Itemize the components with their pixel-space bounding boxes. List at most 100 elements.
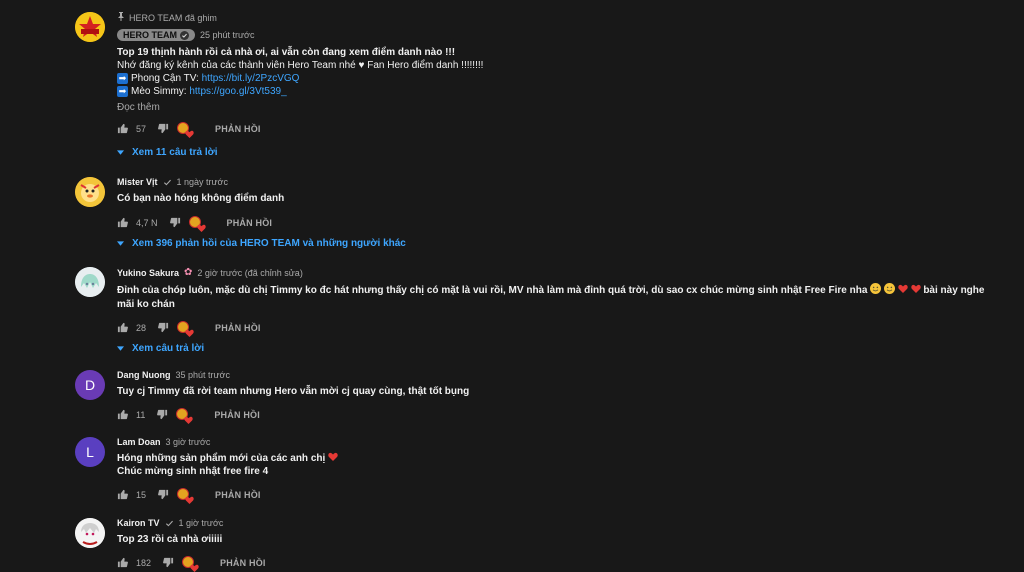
avatar[interactable]: L <box>75 437 105 467</box>
view-replies-button[interactable]: Xem 11 câu trả lời <box>117 147 1005 158</box>
verified-icon <box>180 30 189 40</box>
comment-line: Top 19 thịnh hành rồi cả nhà ơi, ai vẫn … <box>117 47 456 58</box>
channel-link[interactable]: https://goo.gl/3Vt539_ <box>189 86 286 97</box>
comment-actions: 28 PHẢN HỒI <box>117 320 1005 337</box>
creator-heart-icon <box>177 488 194 505</box>
like-count: 57 <box>136 124 147 134</box>
comment-thread: Yukino Sakura ✿ 2 giờ trước (đã chỉnh sử… <box>75 267 1005 357</box>
dislike-icon[interactable] <box>158 322 169 335</box>
comment-header: HERO TEAM 25 phút trước <box>117 29 1005 41</box>
reply-button[interactable]: PHẢN HỒI <box>220 558 266 568</box>
comment-time[interactable]: 1 ngày trước <box>177 177 228 187</box>
comment-actions: 182 PHẢN HỒI <box>117 555 1005 572</box>
author-name[interactable]: Lam Doan <box>117 437 161 447</box>
pinned-label: HERO TEAM đã ghim <box>129 12 217 23</box>
creator-heart-icon <box>177 321 194 337</box>
avatar[interactable] <box>75 12 105 42</box>
comment-thread: HERO TEAM đã ghim HERO TEAM 25 phút trướ… <box>75 12 1005 162</box>
reply-button[interactable]: PHẢN HỒI <box>215 124 261 134</box>
hero-team-logo-icon <box>75 12 105 42</box>
reply-button[interactable]: PHẢN HỒI <box>215 490 261 500</box>
like-count: 4,7 N <box>136 218 158 228</box>
like-count: 15 <box>136 490 147 501</box>
like-count: 28 <box>136 323 147 333</box>
chevron-down-icon <box>117 147 124 158</box>
like-count: 11 <box>136 410 146 420</box>
like-icon[interactable] <box>117 489 128 502</box>
smiling-face-icon <box>883 283 895 298</box>
avatar[interactable] <box>75 177 105 207</box>
comment-time[interactable]: 3 giờ trước <box>166 437 211 447</box>
dislike-icon[interactable] <box>158 489 169 502</box>
comment-header: Lam Doan 3 giờ trước <box>117 437 1005 447</box>
comment-text: Top 23 rồi cả nhà ơiiiii <box>117 534 223 545</box>
comment-line: Chúc mừng sinh nhật free fire 4 <box>117 466 269 478</box>
comment-actions: 11 PHẢN HỒI <box>117 407 1005 424</box>
smiling-face-icon <box>870 283 882 298</box>
author-name[interactable]: Dang Nuong <box>117 370 171 380</box>
owner-author-chip[interactable]: HERO TEAM <box>117 29 195 41</box>
like-icon[interactable] <box>117 322 128 335</box>
comment-time[interactable]: 25 phút trước <box>200 30 254 40</box>
avatar[interactable] <box>75 267 105 297</box>
channel-link[interactable]: https://bit.ly/2PzcVGQ <box>202 73 300 84</box>
dislike-icon[interactable] <box>169 217 181 230</box>
verified-icon <box>165 520 173 526</box>
heart-icon <box>910 284 921 297</box>
comment-header: Dang Nuong 35 phút trước <box>117 370 1005 380</box>
reply-button[interactable]: PHẢN HỒI <box>215 323 261 333</box>
comment-time[interactable]: 2 giờ trước (đã chỉnh sửa) <box>197 268 302 278</box>
avatar-initial: D <box>84 377 96 393</box>
reply-button[interactable]: PHẢN HỒI <box>227 218 273 228</box>
comment-line: Nhớ đăng ký kênh của các thành viên Hero… <box>117 60 484 71</box>
like-icon[interactable] <box>117 409 128 422</box>
dislike-icon[interactable] <box>158 123 169 136</box>
comment-line: Đỉnh của chóp luôn, mặc dù chị Timmy ko … <box>117 285 868 297</box>
creator-heart-icon <box>188 216 206 232</box>
comment-time[interactable]: 35 phút trước <box>176 370 230 380</box>
heart-icon <box>898 284 908 297</box>
comment-text: Hóng những sản phẩm mới của các anh chị … <box>117 452 1005 478</box>
comment-thread: Kairon TV 1 giờ trước Top 23 rồi cả nhà … <box>75 518 1005 572</box>
avatar[interactable] <box>75 518 105 548</box>
comment-time[interactable]: 1 giờ trước <box>179 518 224 528</box>
read-more-link[interactable]: Đọc thêm <box>117 102 1005 113</box>
comment-line: Hóng những sản phẩm mới của các anh chị <box>117 453 326 465</box>
flower-icon: ✿ <box>184 267 193 278</box>
anime-girl-avatar-icon <box>75 267 105 297</box>
comment-actions: 57 PHẢN HỒI <box>117 121 1005 138</box>
like-icon[interactable] <box>117 557 128 570</box>
view-replies-button[interactable]: Xem câu trả lời <box>117 343 1005 354</box>
comment-line: mãi ko chán <box>117 299 175 310</box>
duck-avatar-icon <box>75 177 105 207</box>
reply-button[interactable]: PHẢN HỒI <box>214 410 260 420</box>
view-replies-label: Xem câu trả lời <box>132 343 205 354</box>
comment-thread: Mister Vịt 1 ngày trước Có bạn nào hóng … <box>75 177 1005 257</box>
comment-line: bài này nghe <box>923 285 985 297</box>
like-icon[interactable] <box>117 217 128 230</box>
avatar[interactable]: D <box>75 370 105 400</box>
author-name[interactable]: Kairon TV <box>117 518 160 528</box>
like-icon[interactable] <box>117 123 128 136</box>
view-replies-button[interactable]: Xem 396 phản hồi của HERO TEAM và những … <box>117 238 1005 249</box>
comment-header: Yukino Sakura ✿ 2 giờ trước (đã chỉnh sử… <box>117 267 1005 278</box>
author-name[interactable]: Yukino Sakura <box>117 268 179 278</box>
dislike-icon[interactable] <box>157 409 168 422</box>
link-label: Mèo Simmy: <box>131 86 187 97</box>
avatar-initial: L <box>86 444 94 460</box>
link-row: ➡ Mèo Simmy: https://goo.gl/3Vt539_ <box>117 85 1005 98</box>
view-replies-label: Xem 11 câu trả lời <box>132 147 218 158</box>
link-label: Phong Cận TV: <box>131 73 199 84</box>
creator-heart-icon <box>177 122 194 138</box>
dislike-icon[interactable] <box>163 557 174 570</box>
like-count: 182 <box>136 558 152 568</box>
comment-actions: 15 PHẢN HỒI <box>117 487 1005 505</box>
anime-avatar-icon <box>75 518 105 548</box>
creator-heart-icon <box>182 556 199 572</box>
comment-header: Mister Vịt 1 ngày trước <box>117 177 1005 187</box>
author-name: HERO TEAM <box>123 30 177 40</box>
comment-text: Có bạn nào hóng không điểm danh <box>117 193 285 204</box>
creator-heart-icon <box>176 408 194 424</box>
arrow-right-icon: ➡ <box>117 86 128 97</box>
author-name[interactable]: Mister Vịt <box>117 177 158 187</box>
